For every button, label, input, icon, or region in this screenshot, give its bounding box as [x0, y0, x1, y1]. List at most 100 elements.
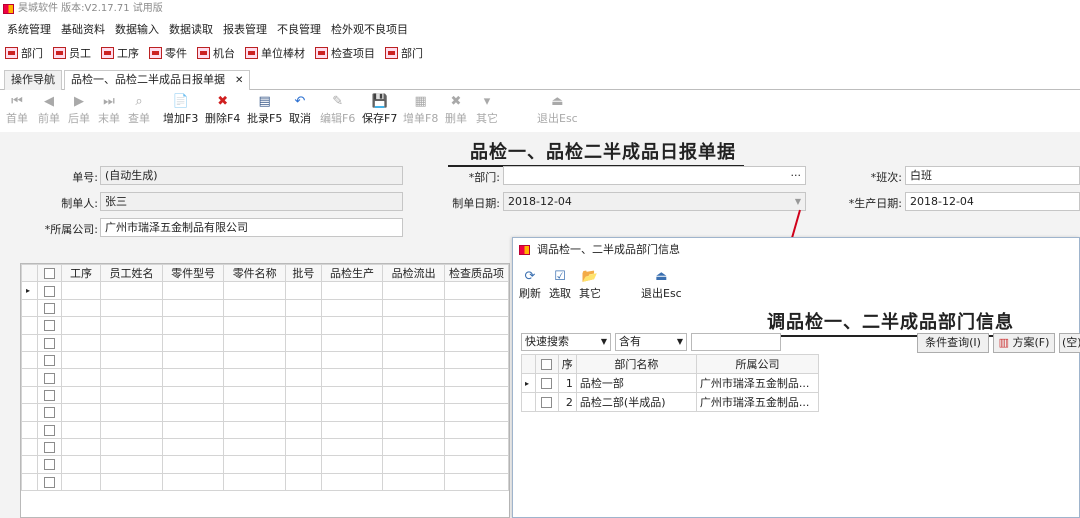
col-part-model[interactable]: 零件型号	[161, 264, 225, 283]
grid-cell[interactable]	[223, 350, 286, 370]
grid-cell[interactable]	[161, 420, 225, 439]
select-all-checkbox[interactable]	[535, 354, 559, 374]
grid-cell[interactable]	[161, 333, 225, 352]
dialog-button-1[interactable]: ☑ 选取	[549, 268, 571, 301]
grid-cell[interactable]	[60, 368, 102, 387]
grid-cell[interactable]	[161, 316, 225, 335]
quick-item-machine[interactable]: 机台	[197, 45, 235, 61]
grid-cell[interactable]	[443, 455, 509, 474]
table-row[interactable]	[21, 368, 509, 387]
grid-cell[interactable]	[100, 350, 163, 370]
chevron-down-icon[interactable]: ▼	[795, 193, 801, 210]
grid-cell[interactable]	[382, 316, 445, 335]
grid-cell[interactable]	[443, 281, 509, 300]
grid-cell[interactable]	[60, 350, 102, 370]
table-row[interactable]	[21, 333, 509, 352]
table-row[interactable]	[21, 420, 509, 439]
grid-cell[interactable]	[284, 420, 322, 439]
grid-cell[interactable]	[382, 455, 445, 474]
grid-cell[interactable]	[443, 316, 509, 335]
col-inspection-item[interactable]: 检查质品项	[443, 264, 509, 283]
browse-ellipsis-button[interactable]: ···	[791, 167, 802, 184]
col-batch-no[interactable]: 批号	[284, 264, 322, 283]
table-row[interactable]	[21, 437, 509, 457]
row-dept-name[interactable]: 品检一部	[575, 373, 697, 393]
grid-cell[interactable]	[223, 385, 286, 405]
grid-cell[interactable]	[320, 472, 384, 492]
grid-cell[interactable]	[320, 403, 384, 422]
grid-cell[interactable]	[443, 298, 509, 318]
menu-appearance-defects[interactable]: 检外观不良项目	[328, 21, 415, 37]
row-checkbox[interactable]	[36, 420, 62, 439]
quick-item-dept-2[interactable]: 部门	[385, 45, 423, 61]
toolbar-button-7[interactable]: ▤ 批录F5	[247, 93, 282, 126]
grid-cell[interactable]	[60, 455, 102, 474]
col-dept-name[interactable]: 部门名称	[575, 354, 697, 374]
grid-cell[interactable]	[443, 350, 509, 370]
grid-cell[interactable]	[100, 316, 163, 335]
grid-cell[interactable]	[284, 403, 322, 422]
grid-cell[interactable]	[443, 472, 509, 492]
date-field[interactable]: 2018-12-04 ▼	[503, 192, 806, 211]
toolbar-button-12[interactable]: ✖ 删单	[445, 93, 467, 126]
row-company[interactable]: 广州市瑞泽五金制品...	[695, 392, 820, 412]
checkbox[interactable]	[43, 476, 55, 488]
grid-cell[interactable]	[60, 403, 102, 422]
grid-cell[interactable]	[161, 368, 225, 387]
search-input[interactable]	[691, 333, 781, 351]
row-checkbox[interactable]	[36, 472, 62, 492]
table-row[interactable]	[21, 316, 509, 335]
grid-cell[interactable]	[223, 368, 286, 387]
checkbox[interactable]	[43, 459, 55, 471]
dialog-button-3[interactable]: ⏏ 退出Esc	[641, 268, 682, 301]
checkbox[interactable]	[541, 378, 553, 389]
checkbox[interactable]	[43, 337, 55, 349]
search-field-select[interactable]: 快速搜索 ▼	[521, 333, 611, 351]
grid-cell[interactable]	[443, 385, 509, 405]
grid-cell[interactable]	[100, 455, 163, 474]
grid-cell[interactable]	[100, 420, 163, 439]
dialog-button-2[interactable]: 📂 其它	[579, 268, 601, 301]
toolbar-button-14[interactable]: ⏏ 退出Esc	[537, 93, 578, 126]
grid-cell[interactable]	[223, 316, 286, 335]
toolbar-button-4[interactable]: ⌕ 查单	[128, 93, 150, 126]
grid-cell[interactable]	[161, 350, 225, 370]
toolbar-button-6[interactable]: ✖ 删除F4	[205, 93, 240, 126]
empty-option-button[interactable]: (空)	[1059, 333, 1080, 353]
grid-cell[interactable]	[100, 403, 163, 422]
close-icon[interactable]: ✕	[235, 75, 243, 86]
grid-cell[interactable]	[284, 333, 322, 352]
grid-cell[interactable]	[161, 298, 225, 318]
grid-cell[interactable]	[100, 281, 163, 300]
row-checkbox[interactable]	[36, 281, 62, 300]
grid-cell[interactable]	[60, 437, 102, 457]
grid-cell[interactable]	[223, 455, 286, 474]
quick-item-staff[interactable]: 员工	[53, 45, 91, 61]
grid-cell[interactable]	[60, 281, 102, 300]
row-checkbox[interactable]	[36, 455, 62, 474]
grid-cell[interactable]	[284, 437, 322, 457]
grid-cell[interactable]	[320, 298, 384, 318]
table-row[interactable]	[21, 350, 509, 370]
grid-cell[interactable]	[100, 437, 163, 457]
row-checkbox[interactable]	[36, 385, 62, 405]
grid-cell[interactable]	[100, 368, 163, 387]
row-checkbox[interactable]	[36, 316, 62, 335]
grid-cell[interactable]	[60, 298, 102, 318]
col-part-name[interactable]: 零件名称	[223, 264, 286, 283]
tab-daily-report[interactable]: 品检一、品检二半成品日报单据 ✕	[64, 70, 251, 91]
grid-cell[interactable]	[284, 298, 322, 318]
grid-cell[interactable]	[382, 385, 445, 405]
grid-cell[interactable]	[161, 455, 225, 474]
grid-cell[interactable]	[382, 420, 445, 439]
prod-date-field[interactable]: 2018-12-04	[905, 192, 1080, 211]
col-qc-production[interactable]: 品检生产	[320, 264, 384, 283]
toolbar-button-13[interactable]: ▾ 其它	[476, 93, 498, 126]
grid-cell[interactable]	[161, 472, 225, 492]
checkbox[interactable]	[43, 389, 55, 401]
grid-cell[interactable]	[223, 298, 286, 318]
table-row[interactable]	[21, 472, 509, 492]
search-operator-select[interactable]: 含有 ▼	[615, 333, 687, 351]
grid-cell[interactable]	[284, 368, 322, 387]
checkbox[interactable]	[43, 302, 55, 314]
